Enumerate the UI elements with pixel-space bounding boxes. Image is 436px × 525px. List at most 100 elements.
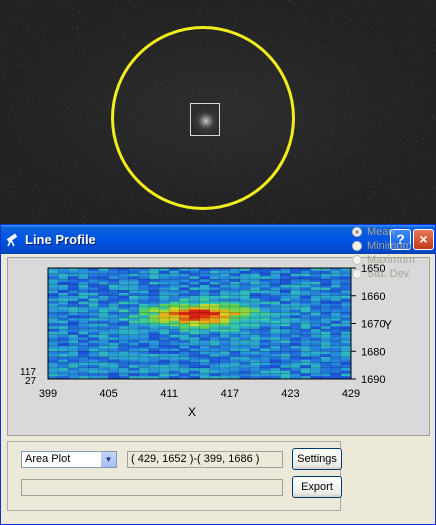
heatmap-cell xyxy=(330,323,342,327)
heatmap-cell xyxy=(159,373,170,377)
heatmap-cell xyxy=(310,345,322,349)
heatmap-cell xyxy=(239,323,251,327)
heatmap-cell xyxy=(280,356,291,360)
heatmap-cell xyxy=(260,306,271,311)
heatmap-cell xyxy=(300,362,311,366)
heatmap-cell xyxy=(290,345,301,349)
heatmap-cell xyxy=(58,284,69,288)
heatmap-cell xyxy=(320,334,332,338)
y-tick-label: 1670 xyxy=(361,319,385,331)
heatmap-cell xyxy=(199,329,210,333)
heatmap-cell xyxy=(169,373,180,377)
radio-indicator xyxy=(352,241,362,251)
heatmap-cell xyxy=(68,351,79,355)
heatmap-cell xyxy=(108,362,120,366)
heatmap-cell xyxy=(58,273,69,277)
heatmap-cell xyxy=(128,351,140,355)
heatmap-cell xyxy=(169,334,180,338)
heatmap-cell xyxy=(189,329,200,333)
heatmap-cell xyxy=(300,312,311,316)
heatmap-cell xyxy=(250,351,261,355)
heatmap-cell xyxy=(169,284,180,288)
heatmap-cell xyxy=(250,373,261,377)
heatmap-cell xyxy=(138,356,150,360)
heatmap-cell xyxy=(300,279,311,283)
heatmap-cell xyxy=(58,306,69,311)
heatmap-cell xyxy=(229,367,241,372)
heatmap-cell xyxy=(199,345,210,349)
heatmap-cell xyxy=(310,306,322,311)
heatmap-cell xyxy=(48,290,59,294)
heatmap-cell xyxy=(98,340,109,344)
heatmap-cell xyxy=(310,367,322,372)
heatmap-cell xyxy=(118,301,130,305)
heatmap-cell xyxy=(149,273,160,277)
heatmap-cell xyxy=(290,284,301,288)
heatmap-cell xyxy=(189,279,200,283)
heatmap-cell xyxy=(98,290,109,294)
radio-indicator xyxy=(352,269,362,279)
heatmap-cell xyxy=(189,273,200,277)
heatmap-cell xyxy=(300,323,311,327)
heatmap-cell xyxy=(179,295,190,299)
heatmap-cell xyxy=(169,367,180,372)
heatmap-cell xyxy=(310,295,322,299)
settings-button[interactable]: Settings xyxy=(292,448,342,470)
heatmap-cell xyxy=(280,301,291,305)
heatmap-cell xyxy=(78,279,89,283)
heatmap-cell xyxy=(219,367,231,372)
heatmap-cell xyxy=(300,345,311,349)
heatmap-cell xyxy=(229,306,241,311)
heatmap-cell xyxy=(189,334,200,338)
heatmap-cell xyxy=(189,301,200,305)
heatmap-cell xyxy=(48,301,59,305)
heatmap-cell xyxy=(169,345,180,349)
heatmap-cell xyxy=(108,306,120,311)
heatmap-cell xyxy=(300,367,311,372)
heatmap-cell xyxy=(209,279,221,283)
heatmap-cell xyxy=(209,323,221,327)
heatmap-cell xyxy=(48,306,59,311)
heatmap-cell xyxy=(128,373,140,377)
heatmap-cell xyxy=(149,323,160,327)
heatmap-cell xyxy=(310,334,322,338)
heatmap-cell xyxy=(68,279,79,283)
heatmap-cell xyxy=(159,362,170,366)
radio-label: Maximum xyxy=(367,254,415,266)
heatmap-cell xyxy=(149,334,160,338)
heatmap-cell xyxy=(219,356,231,360)
plot-type-select[interactable]: Area Plot ▼ xyxy=(21,451,117,468)
heatmap-cell xyxy=(219,323,231,327)
heatmap-cell xyxy=(58,362,69,366)
star-selection-box[interactable] xyxy=(190,103,220,136)
heatmap-cell xyxy=(250,334,261,338)
heatmap-cell xyxy=(159,345,170,349)
chevron-down-icon[interactable]: ▼ xyxy=(101,452,116,467)
heatmap-cell xyxy=(128,345,140,349)
heatmap-cell xyxy=(179,279,190,283)
heatmap-cell xyxy=(98,295,109,299)
heatmap-cell xyxy=(179,290,190,294)
heatmap-cell xyxy=(118,373,130,377)
radio-label: Std. Dev. xyxy=(367,268,412,280)
heatmap-cell xyxy=(199,351,210,355)
heatmap-cell xyxy=(118,351,130,355)
heatmap-cell xyxy=(98,273,109,277)
heatmap-cell xyxy=(138,351,150,355)
heatmap-cell xyxy=(78,329,89,333)
heatmap-cell xyxy=(219,279,231,283)
heatmap-cell xyxy=(300,295,311,299)
export-button[interactable]: Export xyxy=(292,476,342,498)
heatmap-cell xyxy=(320,362,332,366)
heatmap-cell xyxy=(118,334,130,338)
heatmap-cell xyxy=(250,284,261,288)
heatmap-cell xyxy=(260,329,271,333)
heatmap-cell xyxy=(58,373,69,377)
heatmap-cell xyxy=(138,312,150,316)
heatmap-cell xyxy=(290,317,301,322)
heatmap-cell xyxy=(58,345,69,349)
heatmap-cell xyxy=(300,334,311,338)
heatmap-cell xyxy=(199,301,210,305)
heatmap-cell xyxy=(108,367,120,372)
heatmap-cell xyxy=(250,367,261,372)
